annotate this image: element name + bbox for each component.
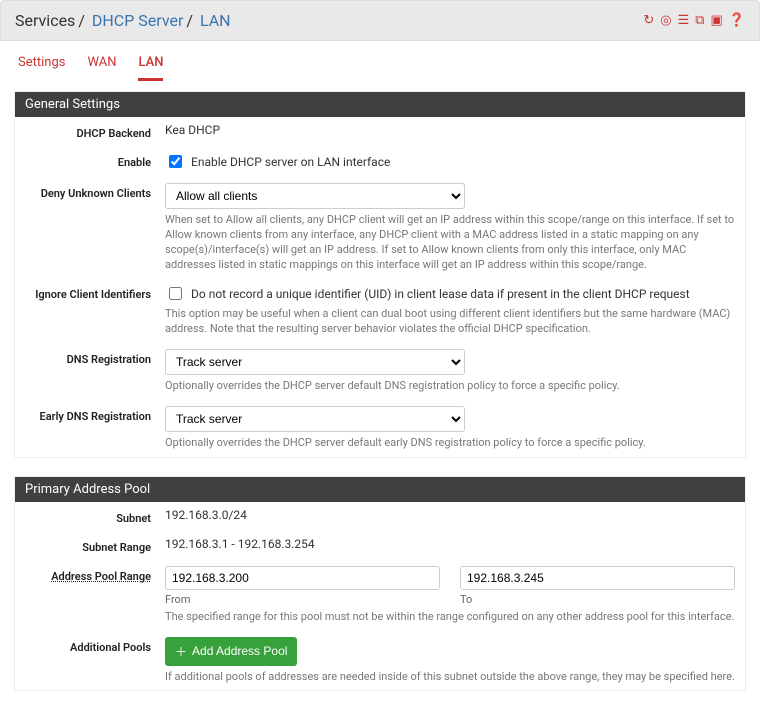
value-backend: Kea DHCP [165, 123, 735, 137]
label-enable: Enable [25, 152, 165, 169]
label-deny-unknown: Deny Unknown Clients [25, 183, 165, 200]
label-ignore-cid: Ignore Client Identifiers [25, 284, 165, 301]
pool-to-label: To [460, 593, 735, 606]
section-header-general: General Settings [15, 92, 745, 117]
help-pool-range: The specified range for this pool must n… [165, 610, 735, 625]
label-subnet: Subnet [25, 508, 165, 525]
label-dns-reg: DNS Registration [25, 349, 165, 366]
row-backend: DHCP Backend Kea DHCP [15, 117, 745, 146]
refresh-icon[interactable]: ↻ [643, 13, 654, 28]
row-deny-unknown: Deny Unknown Clients Allow all clients W… [15, 177, 745, 278]
add-address-pool-label: Add Address Pool [192, 644, 287, 658]
row-ignore-cid: Ignore Client Identifiers Do not record … [15, 278, 745, 343]
primary-pool-panel: Primary Address Pool Subnet 192.168.3.0/… [14, 476, 746, 692]
help-icon[interactable]: ❓ [729, 13, 745, 28]
label-backend: DHCP Backend [25, 123, 165, 140]
help-early-dns-reg: Optionally overrides the DHCP server def… [165, 436, 735, 451]
pool-range-pair: From To [165, 566, 735, 606]
general-settings-panel: General Settings DHCP Backend Kea DHCP E… [14, 91, 746, 458]
label-pool-range: Address Pool Range [25, 566, 165, 583]
value-subnet: 192.168.3.0/24 [165, 508, 735, 522]
tab-settings[interactable]: Settings [18, 55, 65, 81]
sliders-icon[interactable]: ☰ [678, 13, 690, 28]
enable-checkbox-wrapper[interactable]: Enable DHCP server on LAN interface [165, 152, 735, 171]
dns-reg-select[interactable]: Track server [165, 349, 465, 375]
breadcrumb-bar: Services/ DHCP Server/ LAN ↻ ◎ ☰ ⧉ ▣ ❓ [0, 0, 760, 41]
plus-icon: ＋ [175, 643, 187, 660]
ignore-cid-checkbox[interactable] [169, 287, 182, 300]
breadcrumb: Services/ DHCP Server/ LAN [15, 11, 231, 30]
help-ignore-cid: This option may be useful when a client … [165, 307, 735, 337]
enable-checkbox-label: Enable DHCP server on LAN interface [191, 155, 390, 169]
pool-to-input[interactable] [460, 566, 735, 590]
pool-from-input[interactable] [165, 566, 440, 590]
row-subnet-range: Subnet Range 192.168.3.1 - 192.168.3.254 [15, 531, 745, 560]
chart-icon[interactable]: ⧉ [695, 13, 704, 28]
deny-unknown-select[interactable]: Allow all clients [165, 183, 465, 209]
label-early-dns-reg: Early DNS Registration [25, 406, 165, 423]
help-deny-unknown: When set to Allow all clients, any DHCP … [165, 213, 735, 272]
section-header-pool: Primary Address Pool [15, 477, 745, 502]
breadcrumb-sep: / [78, 11, 85, 30]
row-enable: Enable Enable DHCP server on LAN interfa… [15, 146, 745, 177]
row-early-dns-reg: Early DNS Registration Track server Opti… [15, 400, 745, 457]
help-dns-reg: Optionally overrides the DHCP server def… [165, 379, 735, 394]
help-additional-pools: If additional pools of addresses are nee… [165, 670, 735, 685]
add-address-pool-button[interactable]: ＋ Add Address Pool [165, 637, 297, 666]
toolbar-icons: ↻ ◎ ☰ ⧉ ▣ ❓ [643, 13, 745, 28]
ignore-cid-checkbox-wrapper[interactable]: Do not record a unique identifier (UID) … [165, 284, 735, 303]
breadcrumb-root: Services [15, 11, 75, 30]
tab-wan[interactable]: WAN [87, 55, 116, 81]
tab-lan[interactable]: LAN [138, 55, 163, 81]
value-subnet-range: 192.168.3.1 - 192.168.3.254 [165, 537, 735, 551]
row-pool-range: Address Pool Range From To The specified… [15, 560, 745, 631]
ignore-cid-checkbox-label: Do not record a unique identifier (UID) … [191, 287, 690, 301]
expand-icon[interactable]: ▣ [711, 13, 723, 28]
row-subnet: Subnet 192.168.3.0/24 [15, 502, 745, 531]
target-icon[interactable]: ◎ [660, 13, 671, 28]
row-dns-reg: DNS Registration Track server Optionally… [15, 343, 745, 400]
tabs: Settings WAN LAN [0, 41, 760, 81]
enable-checkbox[interactable] [169, 155, 182, 168]
early-dns-reg-select[interactable]: Track server [165, 406, 465, 432]
pool-from-label: From [165, 593, 440, 606]
label-subnet-range: Subnet Range [25, 537, 165, 554]
label-additional-pools: Additional Pools [25, 637, 165, 654]
row-additional-pools: Additional Pools ＋ Add Address Pool If a… [15, 631, 745, 691]
breadcrumb-link-dhcp[interactable]: DHCP Server [92, 11, 184, 30]
breadcrumb-link-lan[interactable]: LAN [200, 11, 231, 30]
breadcrumb-sep: / [186, 11, 193, 30]
